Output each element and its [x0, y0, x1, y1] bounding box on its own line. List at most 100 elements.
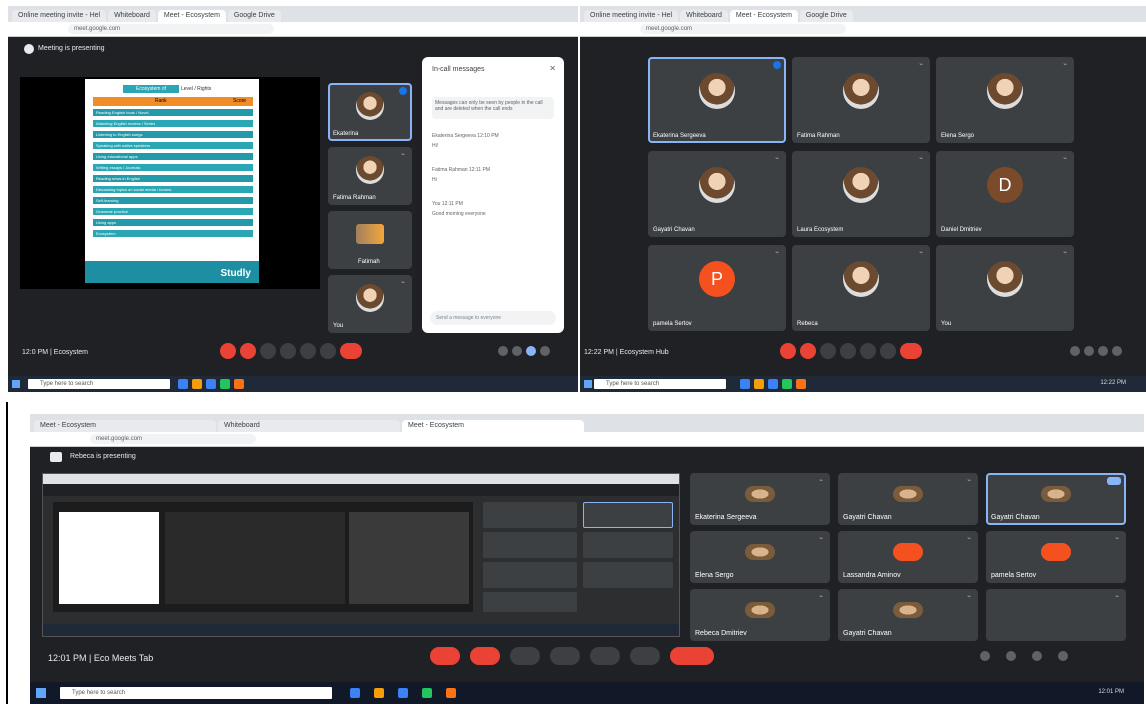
- chat-icon[interactable]: [1032, 651, 1042, 661]
- captions-button[interactable]: [820, 343, 836, 359]
- taskbar-search[interactable]: Type here to search: [60, 687, 332, 699]
- taskbar-app-icon[interactable]: [374, 688, 384, 698]
- mic-off-icon: ⌁: [401, 152, 405, 158]
- taskbar-app-icon[interactable]: [192, 379, 202, 389]
- info-icon[interactable]: [498, 346, 508, 356]
- raise-hand-button[interactable]: [550, 647, 580, 665]
- browser-tab[interactable]: Whiteboard: [108, 10, 156, 22]
- present-button[interactable]: [590, 647, 620, 665]
- windows-start-icon[interactable]: [12, 380, 20, 388]
- taskbar-app-icon[interactable]: [234, 379, 244, 389]
- mic-button[interactable]: [220, 343, 236, 359]
- participant-tile[interactable]: Lassandra Aminov ⌁: [838, 531, 978, 583]
- camera-button[interactable]: [800, 343, 816, 359]
- address-bar[interactable]: meet.google.com: [640, 24, 846, 34]
- more-options-button[interactable]: [880, 343, 896, 359]
- mic-button[interactable]: [430, 647, 460, 665]
- participant-tile[interactable]: Rebeca ⌁: [792, 245, 930, 331]
- participant-tile[interactable]: Rebeca Dmitriev ⌁: [690, 589, 830, 641]
- chat-input[interactable]: Send a message to everyone: [430, 311, 556, 325]
- nested-tile: [583, 502, 673, 528]
- more-options-button[interactable]: [630, 647, 660, 665]
- present-button[interactable]: [860, 343, 876, 359]
- activities-icon[interactable]: [1058, 651, 1068, 661]
- taskbar-app-icon[interactable]: [768, 379, 778, 389]
- raise-hand-button[interactable]: [840, 343, 856, 359]
- info-icon[interactable]: [1070, 346, 1080, 356]
- participant-tile[interactable]: Fatima Rahman ⌁: [328, 147, 412, 205]
- raise-hand-button[interactable]: [280, 343, 296, 359]
- end-call-button[interactable]: [670, 647, 714, 665]
- participant-tile[interactable]: You ⌁: [936, 245, 1074, 331]
- browser-tab-active[interactable]: Meet - Ecosystem: [402, 420, 584, 432]
- mic-off-icon: ⌁: [967, 594, 971, 600]
- browser-tab[interactable]: Whiteboard: [218, 420, 400, 432]
- taskbar-app-icon[interactable]: [446, 688, 456, 698]
- chat-icon[interactable]: [526, 346, 536, 356]
- taskbar-search[interactable]: Type here to search: [28, 379, 170, 389]
- participant-tile[interactable]: Fatima Rahman ⌁: [792, 57, 930, 143]
- taskbar-app-icon[interactable]: [754, 379, 764, 389]
- address-bar[interactable]: meet.google.com: [90, 434, 256, 444]
- browser-tab[interactable]: Online meeting invite - Hel: [584, 10, 679, 22]
- taskbar-app-icon[interactable]: [220, 379, 230, 389]
- participant-tile[interactable]: You ⌁: [328, 275, 412, 333]
- close-icon[interactable]: ✕: [549, 64, 556, 73]
- participant-tile[interactable]: Elena Sergo ⌁: [690, 531, 830, 583]
- browser-tab-active[interactable]: Meet - Ecosystem: [157, 10, 226, 22]
- camera-button[interactable]: [240, 343, 256, 359]
- mic-button[interactable]: [780, 343, 796, 359]
- participant-tile[interactable]: Elena Sergo ⌁: [936, 57, 1074, 143]
- slide-col-b: Score: [233, 98, 247, 104]
- participant-tile[interactable]: Laura Ecosystem ⌁: [792, 151, 930, 237]
- taskbar-search[interactable]: Type here to search: [594, 379, 726, 389]
- participant-tile[interactable]: D Daniel Dmitriev ⌁: [936, 151, 1074, 237]
- people-icon[interactable]: [512, 346, 522, 356]
- participant-tile[interactable]: Gayatri Chavan: [986, 473, 1126, 525]
- participant-tile[interactable]: Fatimah: [328, 211, 412, 269]
- participant-tile[interactable]: Ekaterina Sergeeva: [648, 57, 786, 143]
- participant-tile[interactable]: Gayatri Chavan ⌁: [838, 589, 978, 641]
- browser-tab[interactable]: Online meeting invite - Hel: [12, 10, 107, 22]
- end-call-button[interactable]: [340, 343, 362, 359]
- participant-tile[interactable]: Ekaterina Sergeeva ⌁: [690, 473, 830, 525]
- taskbar-app-icon[interactable]: [740, 379, 750, 389]
- people-icon[interactable]: [1084, 346, 1094, 356]
- camera-button[interactable]: [470, 647, 500, 665]
- browser-tab-active[interactable]: Meet - Ecosystem: [729, 10, 798, 22]
- participant-avatar: [699, 73, 735, 110]
- taskbar-app-icon[interactable]: [178, 379, 188, 389]
- taskbar-app-icon[interactable]: [422, 688, 432, 698]
- taskbar-app-icon[interactable]: [398, 688, 408, 698]
- browser-tab[interactable]: Google Drive: [227, 10, 281, 22]
- windows-start-icon[interactable]: [36, 688, 46, 698]
- browser-tab[interactable]: Whiteboard: [680, 10, 728, 22]
- captions-button[interactable]: [510, 647, 540, 665]
- participant-tile[interactable]: Ekaterina: [328, 83, 412, 141]
- info-icon[interactable]: [980, 651, 990, 661]
- browser-tab[interactable]: Meet - Ecosystem: [34, 420, 216, 432]
- activities-icon[interactable]: [1112, 346, 1122, 356]
- participant-tile[interactable]: Gayatri Chavan ⌁: [838, 473, 978, 525]
- taskbar-app-icon[interactable]: [350, 688, 360, 698]
- taskbar-app-icon[interactable]: [782, 379, 792, 389]
- nested-tile: [483, 532, 577, 558]
- captions-button[interactable]: [260, 343, 276, 359]
- participant-avatar: [356, 224, 384, 245]
- taskbar-app-icon[interactable]: [796, 379, 806, 389]
- people-icon[interactable]: [1006, 651, 1016, 661]
- windows-start-icon[interactable]: [584, 380, 592, 388]
- participant-avatar: [987, 73, 1023, 110]
- taskbar-app-icon[interactable]: [206, 379, 216, 389]
- address-bar[interactable]: meet.google.com: [68, 24, 274, 34]
- participant-tile[interactable]: ⌁: [986, 589, 1126, 641]
- browser-tab[interactable]: Google Drive: [799, 10, 853, 22]
- participant-tile[interactable]: Gayatri Chavan ⌁: [648, 151, 786, 237]
- chat-icon[interactable]: [1098, 346, 1108, 356]
- present-button[interactable]: [300, 343, 316, 359]
- end-call-button[interactable]: [900, 343, 922, 359]
- participant-tile[interactable]: pamela Sertov ⌁: [986, 531, 1126, 583]
- more-options-button[interactable]: [320, 343, 336, 359]
- participant-tile[interactable]: Ppamela Sertov ⌁: [648, 245, 786, 331]
- activities-icon[interactable]: [540, 346, 550, 356]
